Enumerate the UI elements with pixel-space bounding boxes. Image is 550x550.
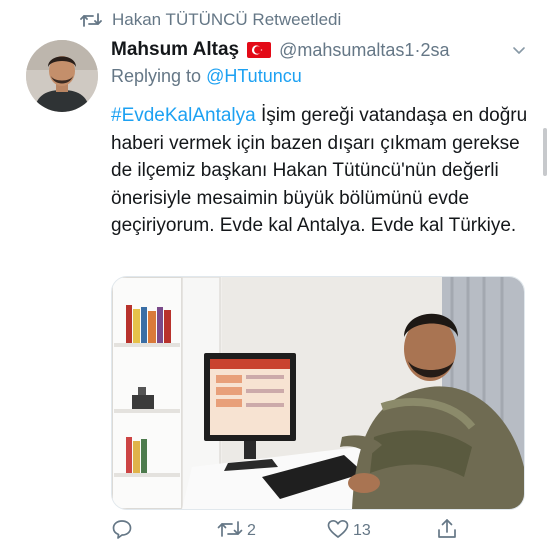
- retweet-icon: [80, 12, 102, 28]
- scrollbar[interactable]: [543, 128, 547, 176]
- share-button[interactable]: [436, 516, 458, 546]
- author-display-name[interactable]: Mahsum Altaş: [111, 39, 239, 61]
- retweet-count: 2: [247, 522, 256, 539]
- author-handle[interactable]: @mahsumaltas1: [279, 40, 414, 61]
- chevron-down-icon[interactable]: [511, 42, 527, 63]
- reply-button[interactable]: [111, 516, 133, 546]
- share-icon: [436, 518, 458, 545]
- reply-mention-link[interactable]: @HTutuncu: [206, 66, 302, 86]
- avatar[interactable]: [26, 40, 98, 112]
- replying-to-label: Replying to: [111, 66, 202, 86]
- like-button[interactable]: 13: [327, 516, 371, 546]
- heart-icon: [327, 519, 349, 544]
- retweet-icon: [217, 519, 243, 544]
- like-count: 13: [353, 522, 371, 539]
- tweet-action-bar: 2 13: [111, 516, 511, 546]
- reply-icon: [111, 518, 133, 545]
- tweet-author-row: Mahsum Altaş @mahsumaltas1 · 2sa: [111, 36, 541, 64]
- tweet-media-image[interactable]: [111, 276, 525, 510]
- retweeted-by-label[interactable]: Hakan TÜTÜNCÜ Retweetledi: [112, 10, 341, 30]
- tweet-timestamp[interactable]: 2sa: [420, 40, 449, 61]
- retweeted-by-row: Hakan TÜTÜNCÜ Retweetledi: [80, 8, 341, 32]
- retweet-button[interactable]: 2: [217, 516, 256, 546]
- hashtag-link[interactable]: #EvdeKalAntalya: [111, 105, 256, 126]
- tweet-text: #EvdeKalAntalya İşim gereği vatandaşa en…: [111, 102, 531, 240]
- turkey-flag-icon: [247, 42, 272, 58]
- replying-to-row: Replying to @HTutuncu: [111, 66, 302, 92]
